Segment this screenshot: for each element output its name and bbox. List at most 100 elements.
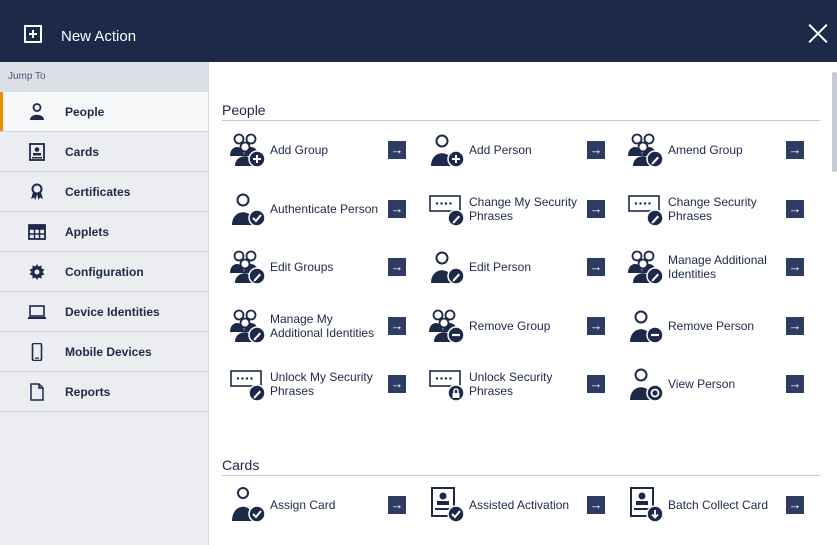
password-lock-icon — [429, 366, 465, 402]
id-card-icon — [27, 142, 47, 162]
action-change-security-phrases[interactable]: Change Security Phrases → — [618, 185, 808, 233]
arrow-right-icon[interactable]: → — [587, 496, 605, 514]
person-add-icon — [429, 132, 465, 168]
action-label: Edit Groups — [270, 260, 334, 274]
group-edit-icon — [230, 249, 266, 285]
sidebar-item-mobile-devices[interactable]: Mobile Devices — [0, 332, 208, 372]
action-remove-person[interactable]: Remove Person → — [618, 302, 808, 350]
sidebar: Jump To People Cards Certificates Applet… — [0, 62, 209, 545]
phone-icon — [27, 342, 47, 362]
group-add-icon — [230, 132, 266, 168]
action-manage-my-additional-identities[interactable]: Manage My Additional Identities → — [220, 302, 410, 350]
action-label: Unlock Security Phrases — [469, 370, 553, 398]
dialog-title: New Action — [61, 28, 137, 45]
password-edit-icon — [230, 366, 266, 402]
arrow-right-icon[interactable]: → — [388, 258, 406, 276]
sidebar-item-label: Configuration — [65, 264, 144, 279]
vertical-scrollbar[interactable] — [832, 72, 837, 172]
action-change-my-security-phrases[interactable]: Change My Security Phrases → — [419, 185, 609, 233]
arrow-right-icon[interactable]: → — [786, 496, 804, 514]
person-view-icon — [628, 366, 664, 402]
arrow-right-icon[interactable]: → — [786, 141, 804, 159]
sidebar-item-label: Applets — [65, 224, 110, 239]
arrow-right-icon[interactable]: → — [388, 141, 406, 159]
sidebar-item-configuration[interactable]: Configuration — [0, 252, 208, 292]
arrow-right-icon[interactable]: → — [388, 375, 406, 393]
action-label: Assisted Activation — [469, 498, 570, 512]
section-title-cards: Cards — [222, 457, 820, 476]
arrow-right-icon[interactable]: → — [786, 375, 804, 393]
password-edit-icon — [429, 191, 465, 227]
action-label: Add Group — [270, 143, 329, 157]
sidebar-item-label: Cards — [65, 144, 100, 159]
arrow-right-icon[interactable]: → — [786, 316, 804, 335]
arrow-right-icon[interactable]: → — [388, 496, 406, 514]
sidebar-item-label: Reports — [65, 384, 111, 399]
arrow-right-icon[interactable]: → — [587, 375, 605, 393]
action-label: Authenticate Person — [270, 201, 379, 216]
laptop-icon — [27, 302, 47, 322]
action-manage-additional-identities[interactable]: Manage Additional Identities → — [618, 243, 808, 291]
group-edit-icon — [628, 132, 664, 168]
action-label: Assign Card — [270, 498, 336, 512]
password-edit-icon — [628, 191, 664, 227]
sidebar-item-label: Certificates — [65, 184, 131, 199]
new-action-icon — [24, 25, 42, 43]
action-label: Remove Person — [668, 318, 755, 333]
sidebar-item-label: Device Identities — [65, 304, 160, 319]
action-remove-group[interactable]: Remove Group → — [419, 302, 609, 350]
person-edit-icon — [429, 249, 465, 285]
action-edit-person[interactable]: Edit Person → — [419, 243, 609, 291]
arrow-right-icon[interactable]: → — [388, 316, 406, 335]
sidebar-item-reports[interactable]: Reports — [0, 372, 208, 412]
action-label: Change Security Phrases — [668, 194, 757, 223]
action-unlock-my-security-phrases[interactable]: Unlock My Security Phrases → — [220, 360, 410, 408]
group-edit-icon — [628, 249, 664, 285]
person-icon — [27, 102, 47, 122]
arrow-right-icon[interactable]: → — [587, 316, 605, 335]
action-label: Change My Security Phrases — [469, 194, 578, 223]
action-label: Unlock My Security Phrases — [270, 370, 373, 398]
action-add-person[interactable]: Add Person → — [419, 126, 609, 174]
person-check-icon — [230, 191, 266, 227]
arrow-right-icon[interactable]: → — [388, 199, 406, 218]
group-remove-icon — [429, 308, 465, 344]
action-add-group[interactable]: Add Group → — [220, 126, 410, 174]
gear-icon — [27, 262, 47, 282]
arrow-right-icon[interactable]: → — [786, 199, 804, 218]
action-view-person[interactable]: View Person → — [618, 360, 808, 408]
action-label: Manage Additional Identities — [668, 253, 767, 281]
action-unlock-security-phrases[interactable]: Unlock Security Phrases → — [419, 360, 609, 408]
close-icon[interactable] — [807, 23, 829, 45]
arrow-right-icon[interactable]: → — [786, 258, 804, 276]
card-download-icon — [628, 487, 664, 523]
sidebar-item-applets[interactable]: Applets — [0, 212, 208, 252]
grid-icon — [27, 222, 47, 242]
person-card-icon — [230, 487, 266, 523]
action-authenticate-person[interactable]: Authenticate Person → — [220, 185, 410, 233]
sidebar-item-people[interactable]: People — [0, 92, 208, 132]
action-assisted-activation[interactable]: Assisted Activation → — [419, 481, 609, 529]
action-list[interactable]: People Add Group → Add Person → Amend Group → A… — [210, 62, 837, 545]
action-amend-group[interactable]: Amend Group → — [618, 126, 808, 174]
sidebar-item-label: People — [65, 104, 105, 119]
action-label: Batch Collect Card — [668, 498, 769, 512]
jump-to-label: Jump To — [0, 62, 208, 92]
certificate-icon — [27, 182, 47, 202]
action-label: Add Person — [469, 143, 532, 157]
sidebar-item-certificates[interactable]: Certificates — [0, 172, 208, 212]
action-batch-collect-card[interactable]: Batch Collect Card → — [618, 481, 808, 529]
section-title-people: People — [222, 102, 820, 121]
person-remove-icon — [628, 308, 664, 344]
document-icon — [27, 382, 47, 402]
action-assign-card[interactable]: Assign Card → — [220, 481, 410, 529]
arrow-right-icon[interactable]: → — [587, 199, 605, 218]
group-edit-icon — [230, 308, 266, 344]
sidebar-item-device-identities[interactable]: Device Identities — [0, 292, 208, 332]
sidebar-item-cards[interactable]: Cards — [0, 132, 208, 172]
arrow-right-icon[interactable]: → — [587, 141, 605, 159]
action-label: Manage My Additional Identities — [270, 311, 375, 340]
card-check-icon — [429, 487, 465, 523]
action-edit-groups[interactable]: Edit Groups → — [220, 243, 410, 291]
arrow-right-icon[interactable]: → — [587, 258, 605, 276]
